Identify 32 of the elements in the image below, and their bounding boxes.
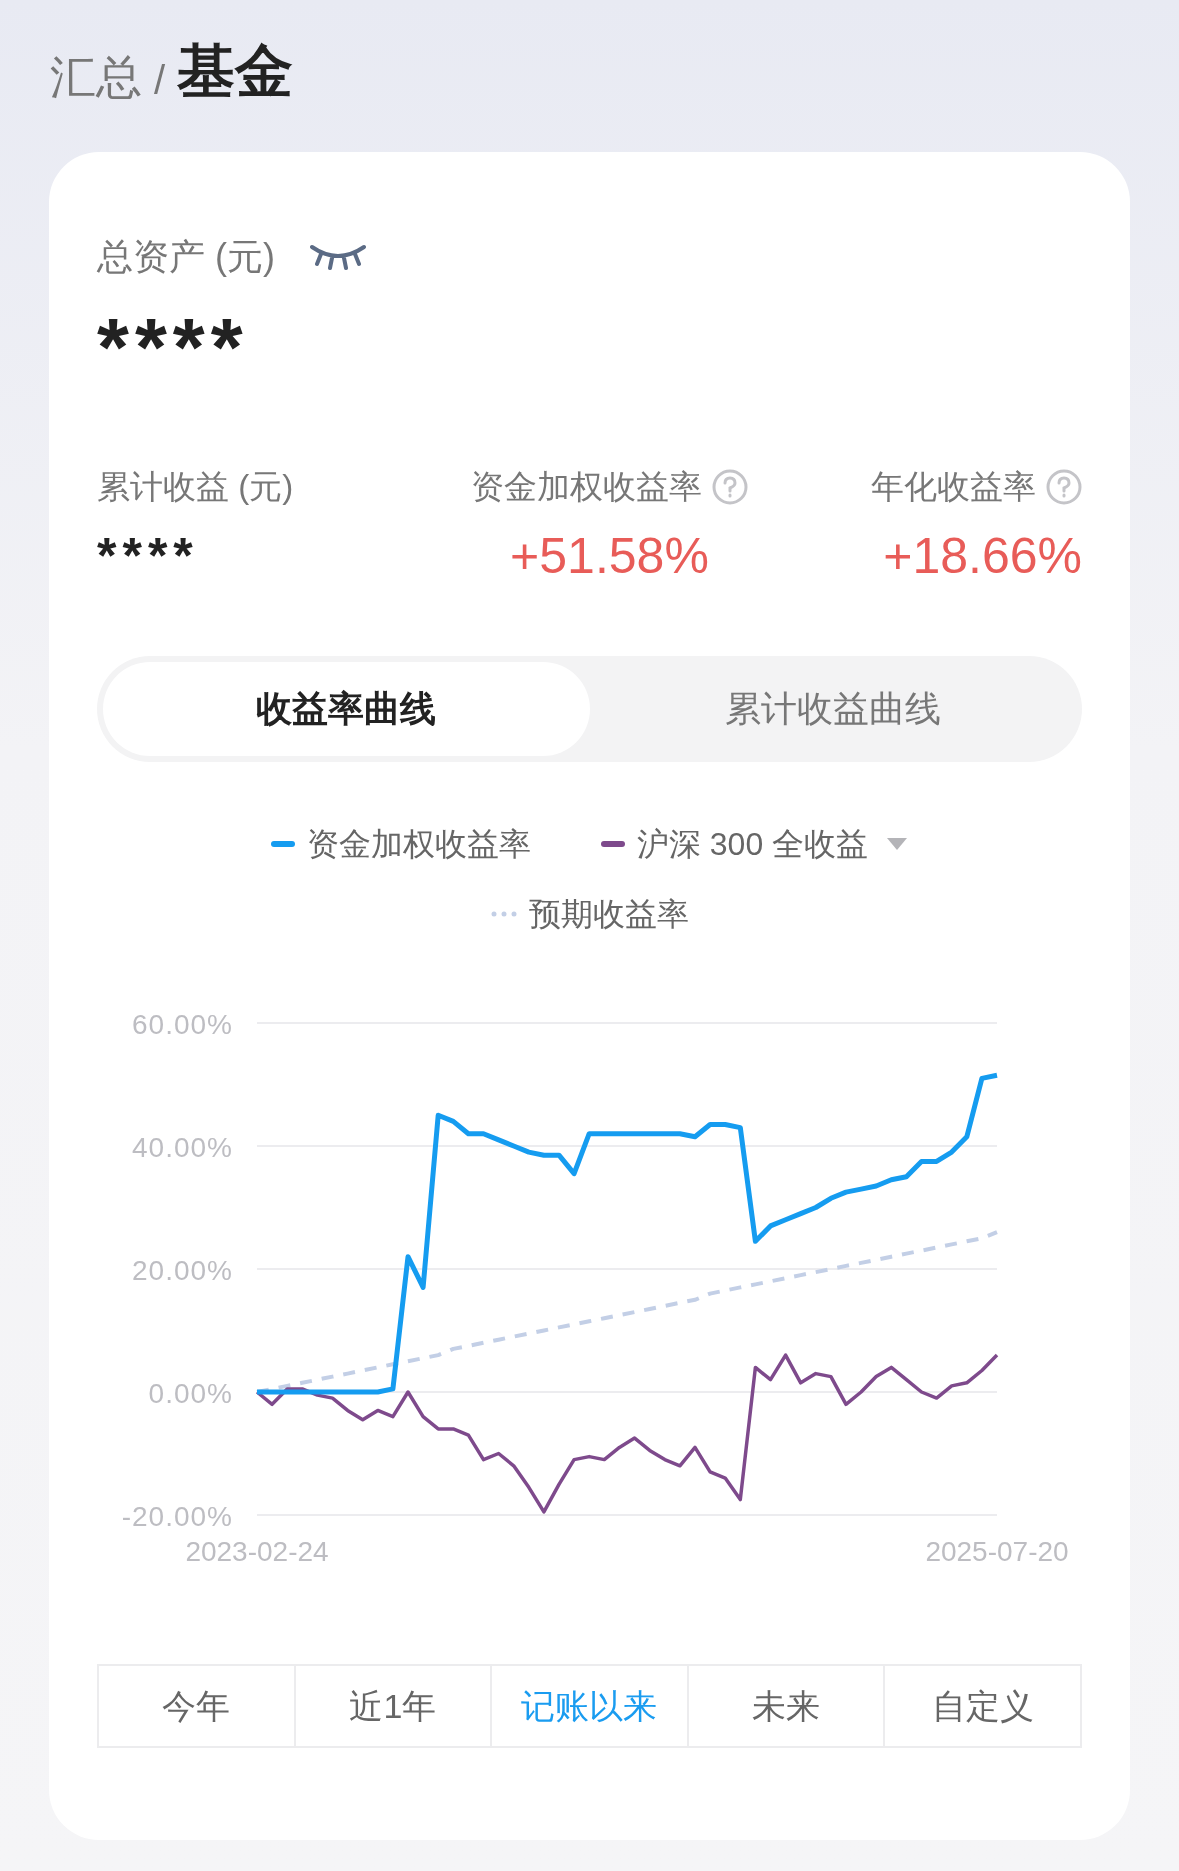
axis-label: 40.00% bbox=[132, 1132, 233, 1163]
axis-label: 20.00% bbox=[132, 1255, 233, 1286]
legend-label: 资金加权收益率 bbox=[306, 825, 531, 864]
closed-eye-icon[interactable] bbox=[309, 243, 367, 271]
help-icon[interactable] bbox=[1046, 469, 1082, 505]
axis-label: 2023-02-24 bbox=[185, 1536, 329, 1567]
page-title: 基金 bbox=[177, 42, 294, 100]
axis-label: 60.00% bbox=[132, 1009, 233, 1040]
axis-label: 2025-07-20 bbox=[925, 1536, 1069, 1567]
range-tab[interactable]: 未来 bbox=[686, 1666, 884, 1746]
range-tab[interactable]: 今年 bbox=[99, 1666, 294, 1746]
help-icon[interactable] bbox=[712, 469, 748, 505]
dropdown-caret-icon[interactable] bbox=[886, 837, 909, 851]
range-tab[interactable]: 自定义 bbox=[883, 1666, 1080, 1746]
metric-value: **** bbox=[97, 527, 199, 586]
breadcrumb-separator: / bbox=[154, 60, 166, 100]
legend-label: 沪深 300 全收益 bbox=[636, 825, 869, 864]
metric-label: 年化收益率 bbox=[871, 467, 1036, 508]
curve-tab[interactable]: 累计收益曲线 bbox=[589, 662, 1076, 756]
legend-label: 预期收益率 bbox=[528, 895, 689, 934]
axis-label: 0.00% bbox=[148, 1378, 233, 1409]
metric-value: +18.66% bbox=[883, 527, 1082, 586]
curve-tab[interactable]: 收益率曲线 bbox=[103, 662, 590, 756]
total-assets-value: **** bbox=[97, 302, 250, 392]
axis-label: -20.00% bbox=[121, 1501, 233, 1532]
metric-value: +51.58% bbox=[510, 527, 709, 586]
total-assets-label: 总资产 (元) bbox=[97, 235, 275, 279]
range-tab[interactable]: 记账以来 bbox=[490, 1666, 687, 1746]
metric-label: 累计收益 (元) bbox=[97, 467, 294, 508]
range-tab[interactable]: 近1年 bbox=[293, 1666, 491, 1746]
breadcrumb-link[interactable]: 汇总 bbox=[50, 54, 142, 100]
metric-label: 资金加权收益率 bbox=[471, 467, 702, 508]
